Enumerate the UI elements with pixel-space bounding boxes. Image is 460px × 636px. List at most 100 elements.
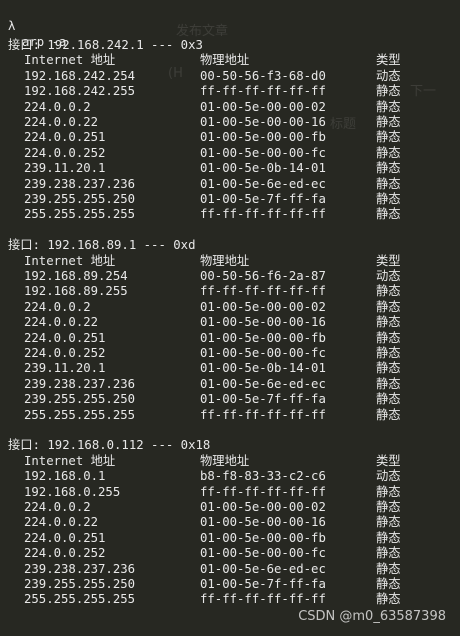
- interface-label-text: 接口: 192.168.242.1 --- 0x3: [8, 38, 203, 52]
- arp-entry-mac: 01-00-5e-00-00-fc: [200, 145, 326, 160]
- arp-entry-ip: 255.255.255.255: [24, 592, 136, 607]
- arp-entry-row: 239.11.20.1 01-00-5e-0b-14-01 静态: [0, 160, 460, 176]
- arp-entry-mac: ff-ff-ff-ff-ff-ff: [200, 484, 326, 499]
- arp-entry-type: 静态: [376, 500, 401, 514]
- arp-entry-row: 192.168.89.255 ff-ff-ff-ff-ff-ff 静态: [0, 283, 460, 299]
- arp-entry-mac: 01-00-5e-0b-14-01: [200, 361, 326, 376]
- arp-entry-ip: 224.0.0.2: [24, 99, 91, 114]
- arp-entry-mac: 01-00-5e-00-00-fb: [200, 330, 326, 345]
- arp-entry-ip: 192.168.0.255: [24, 484, 121, 499]
- prompt-line: λ arp -a: [8, 2, 66, 49]
- arp-entry-ip: 239.11.20.1: [24, 161, 106, 176]
- arp-entry-ip: 239.238.237.236: [24, 376, 136, 391]
- arp-entry-row: 192.168.89.254 00-50-56-f6-2a-87 动态: [0, 268, 460, 284]
- arp-entry-ip: 224.0.0.252: [24, 346, 106, 360]
- arp-entry-type: 静态: [376, 392, 401, 407]
- column-header-ip: Internet 地址: [24, 53, 116, 68]
- arp-entry-ip: 224.0.0.22: [24, 315, 99, 330]
- arp-entry-mac: 01-00-5e-6e-ed-ec: [200, 176, 326, 191]
- column-header-ip: Internet 地址: [24, 453, 116, 468]
- arp-entry-row: 224.0.0.252 01-00-5e-00-00-fc 静态: [0, 545, 460, 561]
- arp-entry-row: 224.0.0.22 01-00-5e-00-00-16 静态: [0, 514, 460, 530]
- arp-entry-type: 静态: [376, 299, 401, 314]
- arp-entry-row: 239.11.20.1 01-00-5e-0b-14-01 静态: [0, 360, 460, 376]
- arp-entry-row: 192.168.242.254 00-50-56-f3-68-d0 动态: [0, 68, 460, 84]
- interface-label: 接口: 192.168.89.1 --- 0xd: [0, 237, 460, 253]
- arp-entry-mac: 01-00-5e-00-00-02: [200, 299, 326, 314]
- arp-entry-mac: 01-00-5e-0b-14-01: [200, 161, 326, 176]
- arp-entry-type: 静态: [376, 84, 401, 99]
- arp-entry-mac: 01-00-5e-00-00-fb: [200, 130, 326, 145]
- arp-entry-row: 224.0.0.251 01-00-5e-00-00-fb 静态: [0, 530, 460, 546]
- arp-entry-type: 静态: [376, 530, 401, 545]
- arp-entry-mac: 01-00-5e-6e-ed-ec: [200, 561, 326, 576]
- column-header-row: Internet 地址 物理地址 类型: [0, 52, 460, 68]
- arp-entry-row: 192.168.0.255 ff-ff-ff-ff-ff-ff 静态: [0, 484, 460, 500]
- arp-entry-row: 224.0.0.22 01-00-5e-00-00-16 静态: [0, 114, 460, 130]
- arp-entry-ip: 224.0.0.22: [24, 515, 99, 530]
- arp-entry-type: 静态: [376, 99, 401, 114]
- arp-entry-type: 静态: [376, 546, 401, 561]
- interface-label: 接口: 192.168.242.1 --- 0x3: [0, 37, 460, 53]
- arp-entry-mac: ff-ff-ff-ff-ff-ff: [200, 207, 326, 222]
- arp-entry-row: 239.255.255.250 01-00-5e-7f-ff-fa 静态: [0, 576, 460, 592]
- arp-entry-ip: 239.238.237.236: [24, 176, 136, 191]
- arp-entry-row: 239.255.255.250 01-00-5e-7f-ff-fa 静态: [0, 191, 460, 207]
- arp-entry-row: 239.238.237.236 01-00-5e-6e-ed-ec 静态: [0, 176, 460, 192]
- watermark: CSDN @m0_63587398: [298, 609, 446, 624]
- arp-entry-type: 静态: [376, 484, 401, 499]
- arp-entry-type: 静态: [376, 315, 401, 330]
- interface-label-text: 接口: 192.168.0.112 --- 0x18: [8, 438, 211, 453]
- arp-entry-ip: 224.0.0.22: [24, 115, 99, 129]
- arp-entry-mac: 01-00-5e-00-00-16: [200, 115, 326, 129]
- arp-entry-ip: 224.0.0.2: [24, 500, 91, 514]
- arp-entry-row: 224.0.0.2 01-00-5e-00-00-02 静态: [0, 299, 460, 315]
- arp-entry-mac: b8-f8-83-33-c2-c6: [200, 469, 326, 484]
- interface-label: 接口: 192.168.0.112 --- 0x18: [0, 437, 460, 453]
- arp-entry-mac: ff-ff-ff-ff-ff-ff: [200, 284, 326, 299]
- prompt-symbol: λ: [8, 19, 16, 33]
- arp-entry-type: 静态: [376, 145, 401, 160]
- arp-entry-ip: 224.0.0.252: [24, 546, 106, 561]
- arp-entry-ip: 192.168.89.254: [24, 269, 128, 283]
- arp-entry-type: 静态: [376, 346, 401, 360]
- arp-entry-ip: 224.0.0.251: [24, 530, 106, 545]
- column-header-type: 类型: [376, 453, 401, 468]
- arp-entry-row: 192.168.242.255 ff-ff-ff-ff-ff-ff 静态: [0, 83, 460, 99]
- arp-entry-type: 动态: [376, 469, 401, 484]
- arp-entry-row: 239.238.237.236 01-00-5e-6e-ed-ec 静态: [0, 376, 460, 392]
- arp-entry-mac: 01-00-5e-7f-ff-fa: [200, 392, 326, 407]
- arp-entry-row: 192.168.0.1 b8-f8-83-33-c2-c6 动态: [0, 468, 460, 484]
- arp-entry-type: 静态: [376, 376, 401, 391]
- arp-entry-mac: 01-00-5e-00-00-fc: [200, 546, 326, 561]
- column-header-mac: 物理地址: [200, 453, 250, 468]
- arp-entry-row: 224.0.0.252 01-00-5e-00-00-fc 静态: [0, 145, 460, 161]
- arp-entry-mac: 01-00-5e-7f-ff-fa: [200, 577, 326, 591]
- arp-entry-type: 静态: [376, 192, 401, 206]
- arp-entry-type: 静态: [376, 115, 401, 129]
- arp-entry-mac: 01-00-5e-00-00-16: [200, 515, 326, 530]
- column-header-ip: Internet 地址: [24, 253, 116, 268]
- column-header-row: Internet 地址 物理地址 类型: [0, 453, 460, 469]
- arp-entry-mac: 00-50-56-f3-68-d0: [200, 68, 326, 83]
- terminal-window[interactable]: 发布文章 下一 (H 标题 λ arp -a 接口: 192.168.242.1…: [0, 0, 460, 636]
- arp-entry-type: 静态: [376, 361, 401, 376]
- arp-entry-ip: 192.168.242.255: [24, 84, 136, 99]
- arp-entry-ip: 255.255.255.255: [24, 207, 136, 222]
- arp-entry-ip: 239.255.255.250: [24, 392, 136, 407]
- arp-entry-ip: 239.238.237.236: [24, 561, 136, 576]
- arp-entry-mac: 01-00-5e-00-00-fb: [200, 530, 326, 545]
- arp-entry-row: 255.255.255.255 ff-ff-ff-ff-ff-ff 静态: [0, 591, 460, 607]
- arp-entry-mac: ff-ff-ff-ff-ff-ff: [200, 592, 326, 607]
- arp-entry-ip: 239.255.255.250: [24, 192, 136, 206]
- arp-entry-row: 224.0.0.252 01-00-5e-00-00-fc 静态: [0, 345, 460, 361]
- arp-entry-ip: 192.168.0.1: [24, 469, 106, 484]
- arp-entry-row: 224.0.0.2 01-00-5e-00-00-02 静态: [0, 99, 460, 115]
- arp-entry-mac: ff-ff-ff-ff-ff-ff: [200, 407, 326, 422]
- arp-entry-ip: 224.0.0.251: [24, 130, 106, 145]
- arp-entry-ip: 192.168.89.255: [24, 284, 128, 299]
- arp-entry-ip: 239.11.20.1: [24, 361, 106, 376]
- arp-entry-type: 静态: [376, 284, 401, 299]
- arp-entry-row: 239.255.255.250 01-00-5e-7f-ff-fa 静态: [0, 391, 460, 407]
- arp-entry-mac: 01-00-5e-00-00-fc: [200, 346, 326, 360]
